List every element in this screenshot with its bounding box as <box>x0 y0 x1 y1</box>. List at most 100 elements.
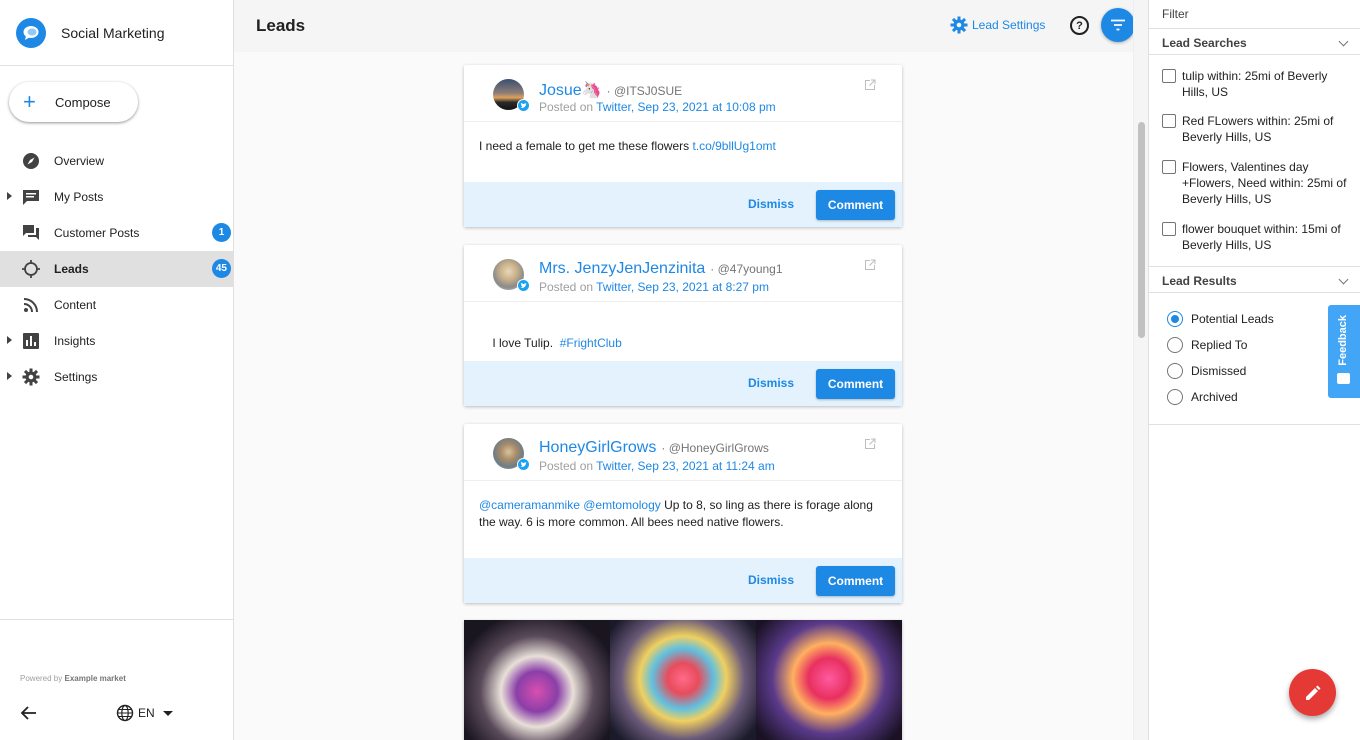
hashtag-link[interactable]: #FrightClub <box>560 336 622 350</box>
feedback-icon <box>1337 373 1350 384</box>
sidebar-item-content[interactable]: Content <box>0 287 233 323</box>
author-line: Mrs. JenzyJenJenzinita · @47young1 <box>539 260 783 278</box>
lead-post-card: Mrs. JenzyJenJenzinita · @47young1 Poste… <box>464 245 902 406</box>
radio-potential-leads[interactable]: Potential Leads <box>1167 311 1274 327</box>
open-external-icon[interactable] <box>864 438 876 450</box>
post-link[interactable]: t.co/9bllUg1omt <box>692 139 775 153</box>
posted-prefix: Posted on <box>539 100 594 114</box>
dismiss-button[interactable]: Dismiss <box>748 573 794 587</box>
lead-search-checkbox[interactable]: tulip within: 25mi of Beverly Hills, US <box>1162 68 1352 100</box>
post-image-card[interactable] <box>464 620 902 740</box>
post-source-link[interactable]: Twitter, Sep 23, 2021 at 10:08 pm <box>596 100 775 114</box>
checkbox[interactable] <box>1162 160 1176 174</box>
filter-icon <box>1111 19 1125 31</box>
powered-by: Powered by Example market <box>20 674 126 683</box>
compose-fab-button[interactable] <box>1289 669 1336 716</box>
lead-settings-button[interactable]: Lead Settings <box>950 16 1045 34</box>
post-body: @cameramanmike @emtomology Up to 8, so l… <box>464 481 902 531</box>
open-external-icon[interactable] <box>864 259 876 271</box>
message-icon <box>21 187 41 207</box>
author-name[interactable]: Josue🦄 <box>539 80 602 100</box>
back-arrow-button[interactable] <box>20 704 40 724</box>
lead-searches-header[interactable]: Lead Searches <box>1149 28 1360 55</box>
post-header: HoneyGirlGrows · @HoneyGirlGrows Posted … <box>464 424 902 481</box>
sidebar-item-my-posts[interactable]: My Posts <box>0 179 233 215</box>
sidebar-item-overview[interactable]: Overview <box>0 143 233 179</box>
sidebar-item-leads[interactable]: Leads 45 <box>0 251 233 287</box>
help-icon[interactable]: ? <box>1070 16 1089 35</box>
author-handle: · @HoneyGirlGrows <box>661 441 769 455</box>
post-actions: Dismiss Comment <box>464 361 902 406</box>
lead-search-checkbox[interactable]: Red FLowers within: 25mi of Beverly Hill… <box>1162 113 1352 145</box>
compose-button[interactable]: + Compose <box>9 82 138 122</box>
expand-caret-icon[interactable] <box>7 192 12 200</box>
mention-link[interactable]: @cameramanmike <box>479 498 580 512</box>
language-selector[interactable]: EN <box>116 704 173 722</box>
author-handle: · @ITSJ0SUE <box>606 84 683 98</box>
feedback-tab[interactable]: Feedback <box>1328 305 1360 398</box>
arrow-left-icon <box>20 706 36 720</box>
author-name[interactable]: HoneyGirlGrows <box>539 439 656 457</box>
dismiss-button[interactable]: Dismiss <box>748 197 794 211</box>
checkbox[interactable] <box>1162 114 1176 128</box>
expand-caret-icon[interactable] <box>7 336 12 344</box>
posted-prefix: Posted on <box>539 459 594 473</box>
mention-link[interactable]: @emtomology <box>583 498 661 512</box>
post-header: Mrs. JenzyJenJenzinita · @47young1 Poste… <box>464 245 902 302</box>
expand-caret-icon[interactable] <box>7 372 12 380</box>
sidebar-nav: Overview My Posts Customer Posts 1 Leads… <box>0 143 233 395</box>
count-badge: 45 <box>211 259 231 278</box>
filter-button[interactable] <box>1101 8 1135 42</box>
posted-prefix: Posted on <box>539 280 594 294</box>
lead-results-header[interactable]: Lead Results <box>1149 266 1360 293</box>
gear-icon <box>21 367 41 387</box>
twitter-icon <box>517 279 530 292</box>
radio-button[interactable] <box>1167 389 1183 405</box>
author-line: Josue🦄 · @ITSJ0SUE <box>539 80 682 100</box>
crosshair-icon <box>21 259 41 279</box>
radio-button[interactable] <box>1167 363 1183 379</box>
comment-button[interactable]: Comment <box>816 369 895 399</box>
scrollbar-thumb[interactable] <box>1138 122 1145 338</box>
radio-dismissed[interactable]: Dismissed <box>1167 363 1246 379</box>
count-badge: 1 <box>212 223 231 242</box>
flower-image <box>610 620 756 740</box>
sidebar-item-label: Leads <box>54 262 89 276</box>
feed-scrollbar[interactable] <box>1133 0 1148 740</box>
app-title: Social Marketing <box>61 24 165 41</box>
open-external-icon[interactable] <box>864 79 876 91</box>
sidebar-footer: Powered by Example market EN <box>0 619 233 740</box>
filter-title: Filter <box>1162 7 1189 21</box>
chevron-down-icon <box>1338 274 1349 285</box>
post-body: I need a female to get me these flowers … <box>464 122 902 155</box>
sidebar-item-settings[interactable]: Settings <box>0 359 233 395</box>
sidebar-item-label: Customer Posts <box>54 226 140 240</box>
post-source-link[interactable]: Twitter, Sep 23, 2021 at 8:27 pm <box>596 280 769 294</box>
sidebar-item-insights[interactable]: Insights <box>0 323 233 359</box>
checkbox[interactable] <box>1162 222 1176 236</box>
checkbox[interactable] <box>1162 69 1176 83</box>
gear-icon <box>950 16 968 34</box>
dismiss-button[interactable]: Dismiss <box>748 376 794 390</box>
radio-archived[interactable]: Archived <box>1167 389 1238 405</box>
post-text: I need a female to get me these flowers <box>479 139 693 153</box>
bar-chart-icon <box>21 331 41 351</box>
comment-button[interactable]: Comment <box>816 566 895 596</box>
comment-button[interactable]: Comment <box>816 190 895 220</box>
lead-search-checkbox[interactable]: flower bouquet within: 15mi of Beverly H… <box>1162 221 1352 253</box>
post-source-link[interactable]: Twitter, Sep 23, 2021 at 11:24 am <box>596 459 775 473</box>
flower-image <box>756 620 902 740</box>
radio-button[interactable] <box>1167 337 1183 353</box>
lead-search-checkbox[interactable]: Flowers, Valentines day +Flowers, Need w… <box>1162 159 1352 207</box>
posted-line: Posted on Twitter, Sep 23, 2021 at 10:08… <box>539 100 776 114</box>
author-name[interactable]: Mrs. JenzyJenJenzinita <box>539 260 705 278</box>
sidebar-item-customer-posts[interactable]: Customer Posts 1 <box>0 215 233 251</box>
feedback-label: Feedback <box>1337 315 1349 366</box>
post-actions: Dismiss Comment <box>464 182 902 227</box>
radio-label: Replied To <box>1191 338 1248 352</box>
lead-post-card: HoneyGirlGrows · @HoneyGirlGrows Posted … <box>464 424 902 603</box>
powered-prefix: Powered by <box>20 674 63 683</box>
radio-replied-to[interactable]: Replied To <box>1167 337 1247 353</box>
chat-bubble-logo-icon <box>16 17 46 48</box>
radio-button[interactable] <box>1167 311 1183 327</box>
